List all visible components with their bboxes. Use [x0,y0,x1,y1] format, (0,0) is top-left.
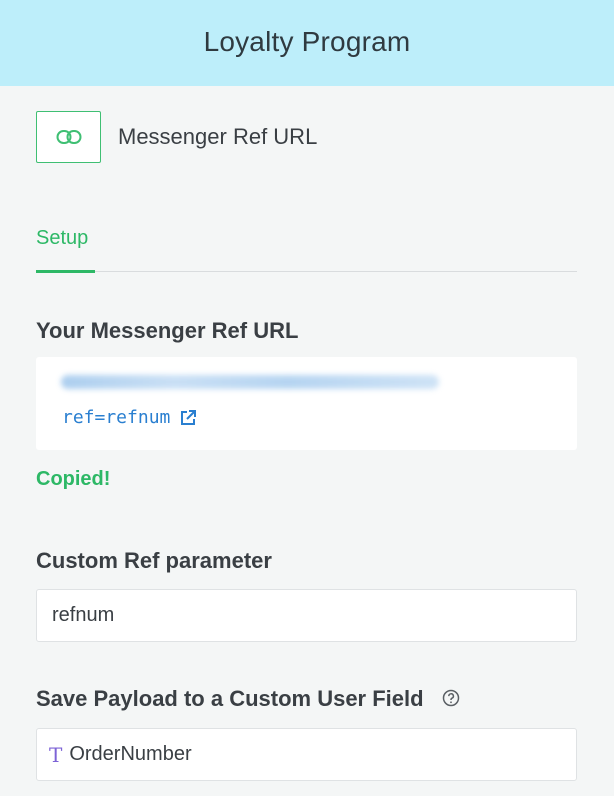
text-type-icon: T [49,742,63,767]
blurred-url [61,375,439,389]
custom-ref-input[interactable]: refnum [36,589,577,642]
ref-url-label: Your Messenger Ref URL [36,318,299,343]
trigger-label: Messenger Ref URL [118,124,318,149]
payload-label-row: Save Payload to a Custom User Field [36,686,460,712]
custom-ref-value: refnum [52,604,115,626]
page-title: Loyalty Program [203,26,411,57]
payload-field-value: OrderNumber [69,743,192,765]
payload-field-select[interactable]: T OrderNumber [36,728,577,781]
tab-setup[interactable]: Setup [36,227,88,250]
active-tab-indicator [36,270,95,273]
header-bar: Loyalty Program [0,0,614,86]
ref-url-link[interactable]: ref=refnum [62,407,197,428]
custom-ref-label: Custom Ref parameter [36,548,272,573]
ref-url-query: ref=refnum [62,407,171,428]
payload-label: Save Payload to a Custom User Field [36,686,424,711]
tab-bar: Setup [36,222,577,273]
trigger-icon-box[interactable] [36,111,101,163]
external-link-icon[interactable] [179,409,197,427]
copied-status: Copied! [36,468,111,490]
ref-url-box: ref=refnum [36,357,577,450]
link-icon [56,129,82,145]
trigger-row: Messenger Ref URL [36,111,317,163]
question-circle-icon[interactable] [442,689,460,707]
